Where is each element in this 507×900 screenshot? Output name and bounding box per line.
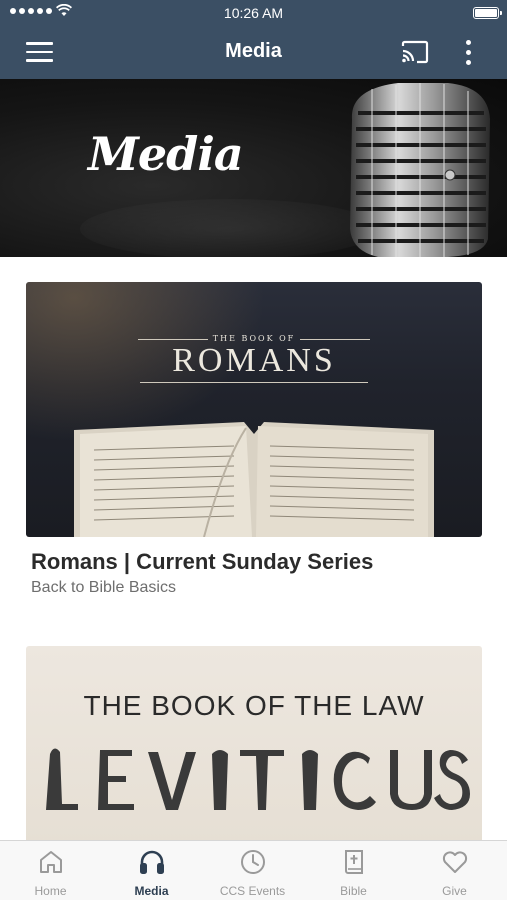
media-series-card[interactable]: THE BOOK OF THE LAW xyxy=(26,646,482,846)
status-time: 10:26 AM xyxy=(223,5,284,21)
bottom-tab-bar: Home Media CCS Events Bible Give xyxy=(0,840,507,900)
heart-icon xyxy=(442,851,467,873)
headphones-icon xyxy=(139,850,164,874)
artwork-title: ROMANS xyxy=(172,342,336,379)
series-artwork[interactable]: THE BOOK OF ROMANS xyxy=(26,282,482,537)
bible-icon xyxy=(344,850,363,874)
tab-label: Home xyxy=(34,884,67,898)
battery-icon xyxy=(473,7,502,19)
media-series-card[interactable]: THE BOOK OF ROMANS Romans | Current Sund… xyxy=(26,282,482,597)
clock-icon xyxy=(240,850,265,874)
status-bar: 10:26 AM xyxy=(0,0,507,26)
nav-bar: Media xyxy=(0,26,507,79)
page-title: Media xyxy=(225,40,282,62)
tab-media[interactable]: Media xyxy=(101,841,202,900)
tab-give[interactable]: Give xyxy=(404,841,505,900)
open-book-image xyxy=(74,422,434,537)
tab-label: Bible xyxy=(340,884,367,898)
tab-label: Give xyxy=(442,884,467,898)
artwork-title: THE BOOK OF THE LAW xyxy=(83,690,425,721)
artwork-word-image xyxy=(46,748,470,810)
cast-icon[interactable] xyxy=(400,40,430,64)
top-bar: 10:26 AM Media xyxy=(0,0,507,79)
hero-title: Media xyxy=(88,127,244,181)
series-subtitle: Back to Bible Basics xyxy=(31,579,176,596)
microphone-image xyxy=(350,83,490,257)
hero-banner: Media xyxy=(0,79,507,257)
series-artwork[interactable]: THE BOOK OF THE LAW xyxy=(26,646,482,846)
home-icon xyxy=(39,851,62,873)
tab-home[interactable]: Home xyxy=(0,841,101,900)
tab-bible[interactable]: Bible xyxy=(303,841,404,900)
tab-ccs-events[interactable]: CCS Events xyxy=(202,841,303,900)
tab-label: Media xyxy=(134,884,169,898)
tab-label: CCS Events xyxy=(219,884,286,898)
more-options-icon[interactable] xyxy=(462,39,476,67)
series-title[interactable]: Romans | Current Sunday Series xyxy=(26,549,482,575)
